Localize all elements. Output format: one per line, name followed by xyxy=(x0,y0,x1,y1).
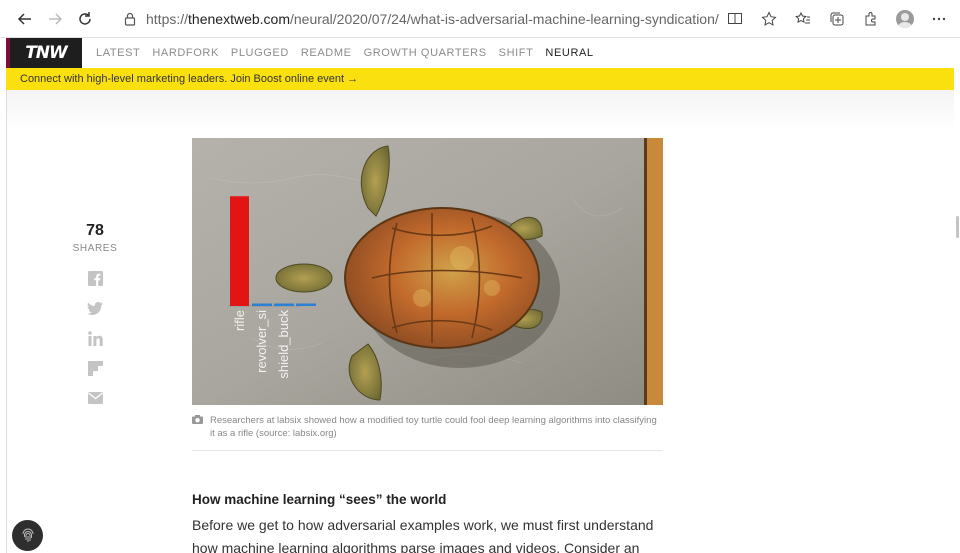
header-shadow xyxy=(6,90,954,130)
more-menu-button[interactable] xyxy=(924,4,954,34)
share-label: SHARES xyxy=(72,243,118,254)
bar-buckle xyxy=(296,303,316,306)
section-heading: How machine learning “sees” the world xyxy=(192,492,447,507)
caption-divider xyxy=(192,450,663,451)
lock-icon xyxy=(124,12,136,26)
tnw-logo[interactable]: TNW xyxy=(6,38,82,68)
favorite-button[interactable] xyxy=(754,4,784,34)
extensions-button[interactable] xyxy=(856,4,886,34)
arrow-right-icon xyxy=(49,12,63,25)
camera-icon xyxy=(192,415,203,424)
bar-rifle xyxy=(230,196,249,306)
puzzle-icon xyxy=(865,12,876,26)
favorites-list-icon xyxy=(795,11,810,24)
star-icon xyxy=(761,11,777,26)
back-button[interactable] xyxy=(10,4,40,34)
bar-revolver xyxy=(252,303,272,306)
nav-latest[interactable]: LATEST xyxy=(96,47,140,59)
flipboard-icon xyxy=(87,360,103,376)
email-icon xyxy=(87,392,103,404)
reload-icon xyxy=(79,11,91,25)
site-nav: LATEST HARDFORK PLUGGED README GROWTH QU… xyxy=(96,47,594,59)
facebook-icon xyxy=(87,270,103,286)
url-text: https://thenextweb.com/neural/2020/07/24… xyxy=(146,11,719,27)
arrow-left-icon xyxy=(17,12,31,25)
linkedin-share-button[interactable] xyxy=(87,330,103,346)
site-header: TNW LATEST HARDFORK PLUGGED README GROWT… xyxy=(6,38,954,68)
forward-button[interactable] xyxy=(40,4,70,34)
promo-banner[interactable]: Connect with high-level marketing leader… xyxy=(6,68,954,90)
nav-plugged[interactable]: PLUGGED xyxy=(231,47,289,59)
twitter-icon xyxy=(87,301,103,315)
scroll-thumb[interactable] xyxy=(956,216,959,238)
page-frame-edge xyxy=(6,90,7,553)
article-paragraph: Before we get to how adversarial example… xyxy=(192,517,654,553)
facebook-share-button[interactable] xyxy=(87,270,103,286)
scrollbar[interactable] xyxy=(954,90,960,553)
profile-button[interactable] xyxy=(890,4,920,34)
bar-label-shield: shield_buck xyxy=(276,310,291,379)
email-share-button[interactable] xyxy=(87,390,103,406)
share-rail: 78 SHARES xyxy=(70,222,120,406)
flipboard-share-button[interactable] xyxy=(87,360,103,376)
browser-actions xyxy=(720,4,954,34)
bar-label-rifle: rifle xyxy=(232,310,247,331)
fingerprint-icon xyxy=(22,528,33,542)
turtle-photo: rifle revolver_si shield_buck xyxy=(192,138,663,405)
nav-neural[interactable]: NEURAL xyxy=(545,47,593,59)
collections-icon xyxy=(830,12,844,26)
twitter-share-button[interactable] xyxy=(87,300,103,316)
collections-button[interactable] xyxy=(822,4,852,34)
browser-toolbar: https://thenextweb.com/neural/2020/07/24… xyxy=(0,0,960,38)
avatar xyxy=(896,10,914,28)
bar-shield xyxy=(274,303,294,306)
linkedin-icon xyxy=(87,330,103,346)
article-hero-image: rifle revolver_si shield_buck xyxy=(192,138,663,405)
nav-readme[interactable]: README xyxy=(301,47,352,59)
nav-shift[interactable]: SHIFT xyxy=(499,47,534,59)
social-buttons xyxy=(70,270,120,406)
bar-label-revolver: revolver_si xyxy=(254,310,269,373)
fingerprint-button[interactable] xyxy=(12,520,43,551)
address-bar[interactable]: https://thenextweb.com/neural/2020/07/24… xyxy=(116,6,736,32)
reload-button[interactable] xyxy=(70,4,100,34)
nav-hardfork[interactable]: HARDFORK xyxy=(152,47,219,59)
favorites-list-button[interactable] xyxy=(788,4,818,34)
nav-growth-quarters[interactable]: GROWTH QUARTERS xyxy=(364,47,487,59)
reader-view-button[interactable] xyxy=(720,4,750,34)
share-count: 78 xyxy=(86,222,104,239)
reader-icon xyxy=(728,13,742,24)
more-icon xyxy=(932,17,946,21)
image-caption: Researchers at labsix showed how a modif… xyxy=(192,414,663,440)
